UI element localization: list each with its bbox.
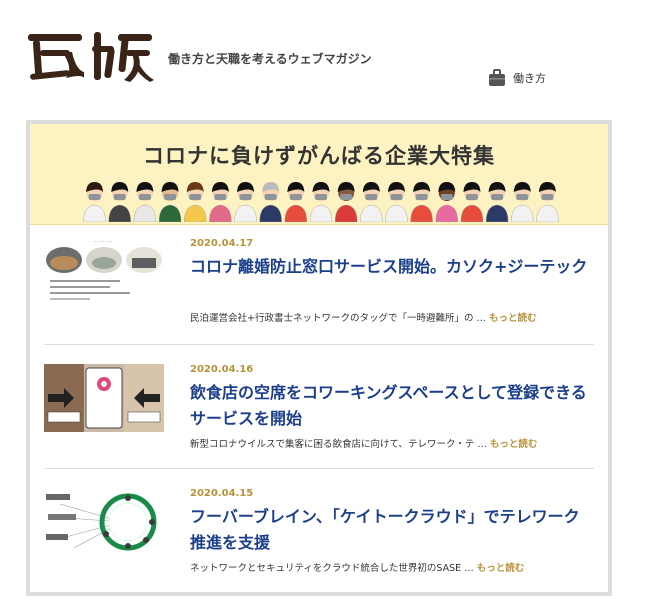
article-item[interactable]: 2020.04.15 フーバーブレイン、「ケイトークラウド」でテレワーク推進を支…: [44, 488, 594, 600]
excerpt-text: 民泊運営会社+行政書士ネットワークのタッグで「一時避難所」の …: [190, 313, 490, 324]
person-figure: [284, 182, 308, 222]
article-title-link[interactable]: コロナ離婚防止窓口サービス開始。カソク+ジーテック: [190, 254, 590, 280]
article-item[interactable]: ─ ─ ─ ─ ─ ─ ─ 2020.04.17 コロナ離婚防止窓口サービス開始…: [44, 238, 594, 350]
nav-work-style[interactable]: 働き方: [487, 68, 546, 88]
feature-banner[interactable]: コロナに負けずがんばる企業大特集: [30, 124, 608, 225]
excerpt-text: ネットワークとセキュリティをクラウド統合した世界初のSASE …: [190, 563, 477, 574]
person-figure: [108, 182, 131, 222]
read-more-link[interactable]: もっと読む: [477, 563, 525, 574]
person-figure: [511, 182, 534, 222]
person-figure: [309, 182, 333, 222]
person-figure: [158, 182, 182, 222]
site-tagline: 働き方と天職を考えるウェブマガジン: [168, 52, 372, 66]
article-excerpt: 民泊運営会社+行政書士ネットワークのタッグで「一時避難所」の … もっと読む: [190, 310, 590, 324]
person-figure: [435, 182, 458, 222]
site-logo[interactable]: [26, 28, 156, 84]
banner-title: コロナに負けずがんばる企業大特集: [143, 144, 495, 168]
article-excerpt: ネットワークとセキュリティをクラウド統合した世界初のSASE … もっと読む: [190, 560, 590, 574]
divider: [44, 468, 594, 469]
person-figure: [360, 182, 383, 222]
read-more-link[interactable]: もっと読む: [490, 439, 538, 450]
article-thumbnail[interactable]: [44, 364, 164, 432]
article-date: 2020.04.16: [190, 364, 254, 375]
article-title-link[interactable]: フーバーブレイン、「ケイトークラウド」でテレワーク推進を支援: [190, 504, 590, 556]
person-figure: [485, 182, 509, 222]
person-figure: [536, 182, 559, 222]
feature-section: コロナに負けずがんばる企業大特集 ─ ─ ─ ─ ─ ─ ─ 2020.04.1…: [26, 120, 612, 596]
article-thumbnail[interactable]: ─ ─ ─ ─ ─ ─ ─: [44, 238, 164, 320]
briefcase-icon: [489, 69, 505, 86]
person-figure: [133, 182, 157, 222]
svg-text:─ ─ ─ ─ ─ ─ ─: ─ ─ ─ ─ ─ ─ ─: [93, 240, 113, 244]
divider: [44, 344, 594, 345]
article-date: 2020.04.15: [190, 488, 254, 499]
excerpt-text: 新型コロナウイルスで集客に困る飲食店に向けて、テレワーク・テ …: [190, 439, 490, 450]
person-figure: [259, 182, 282, 222]
article-title-link[interactable]: 飲食店の空席をコワーキングスペースとして登録できるサービスを開始: [190, 380, 590, 432]
person-figure: [385, 182, 408, 222]
person-figure: [209, 182, 232, 222]
article-item[interactable]: 2020.04.16 飲食店の空席をコワーキングスペースとして登録できるサービス…: [44, 364, 594, 476]
person-figure: [83, 182, 106, 222]
article-excerpt: 新型コロナウイルスで集客に困る飲食店に向けて、テレワーク・テ … もっと読む: [190, 436, 590, 450]
nav-label: 働き方: [513, 72, 546, 85]
person-figure: [184, 182, 207, 222]
person-figure: [234, 182, 257, 222]
person-figure: [460, 182, 484, 222]
article-thumbnail[interactable]: [44, 488, 164, 558]
read-more-link[interactable]: もっと読む: [489, 313, 537, 324]
person-figure: [410, 182, 433, 222]
article-date: 2020.04.17: [190, 238, 254, 249]
person-figure: [334, 182, 358, 222]
masked-people-illustration: [83, 182, 559, 222]
